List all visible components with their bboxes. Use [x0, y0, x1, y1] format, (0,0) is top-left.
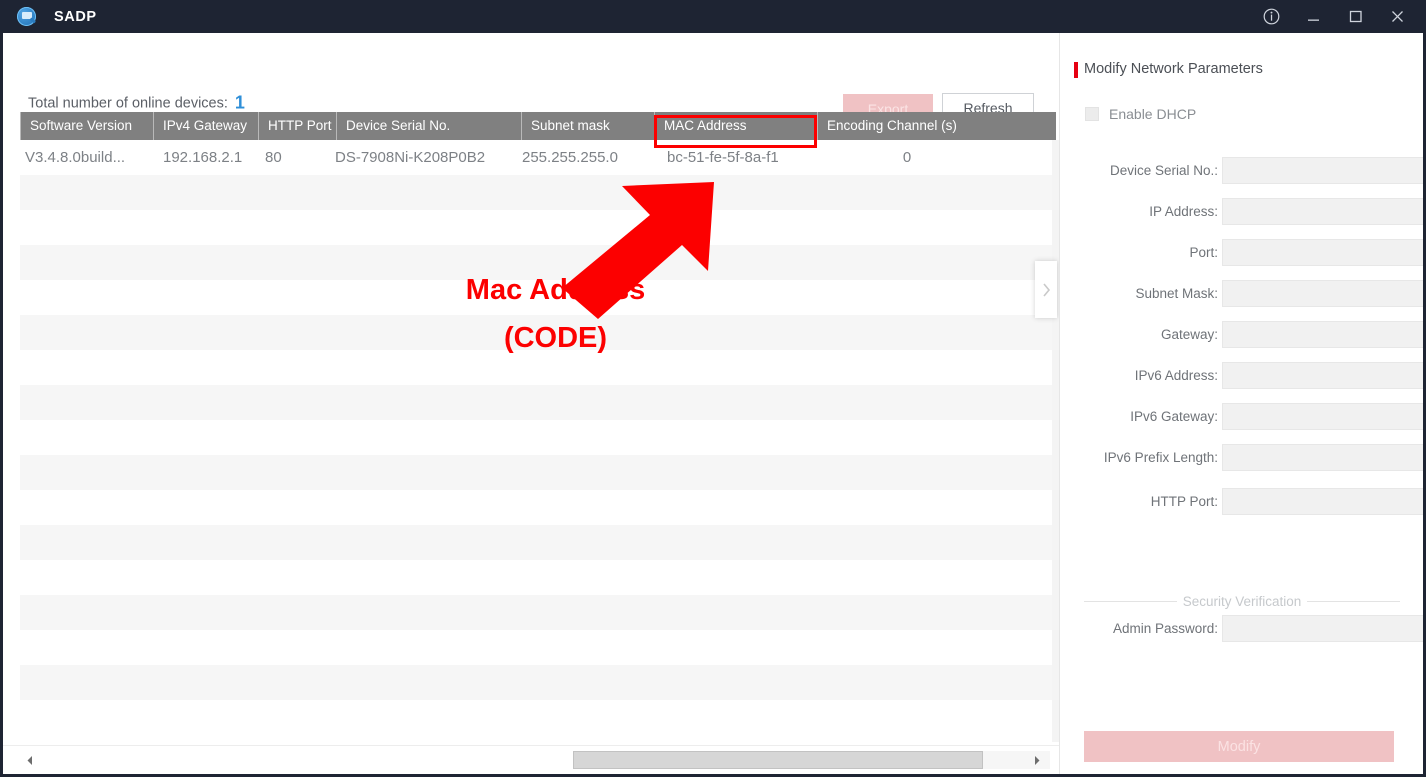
divider-line-right — [1307, 600, 1400, 602]
table-row-empty — [20, 700, 1056, 735]
window-controls — [1250, 0, 1418, 33]
form-field-label: Port: — [1189, 245, 1218, 260]
toolbar: Total number of online devices: 1 Export … — [3, 33, 1059, 123]
table-row[interactable]: V3.4.8.0build... 192.168.2.1 80 DS-7908Ni-K… — [20, 140, 1056, 175]
table-row-empty — [20, 245, 1056, 280]
device-list-area: Total number of online devices: 1 Export … — [3, 33, 1059, 774]
form-field-input[interactable] — [1222, 280, 1423, 307]
title-bar: SADP — [3, 0, 1423, 33]
form-field-input[interactable] — [1222, 444, 1423, 471]
panel-title: Modify Network Parameters — [1084, 61, 1263, 77]
table-row-empty — [20, 385, 1056, 420]
table-column-header[interactable]: MAC Address — [654, 112, 817, 140]
online-device-count-label: Total number of online devices: — [28, 95, 228, 112]
enable-dhcp-checkbox[interactable] — [1085, 107, 1099, 121]
form-field-input[interactable] — [1222, 157, 1423, 184]
panel-collapse-tab[interactable] — [1035, 261, 1057, 318]
divider-line-left — [1084, 600, 1177, 602]
security-verification-divider: Security Verification — [1084, 593, 1400, 609]
table-cell: V3.4.8.0build... — [25, 149, 126, 166]
table-column-header[interactable]: Subnet mask — [521, 112, 654, 140]
form-field-label: HTTP Port: — [1150, 494, 1218, 509]
modify-network-parameters-panel: Modify Network Parameters Enable DHCP De… — [1059, 33, 1423, 774]
maximize-icon[interactable] — [1334, 0, 1376, 33]
form-row: Port: — [1060, 239, 1423, 266]
form-row: IPv6 Address: — [1060, 362, 1423, 389]
online-device-count: Total number of online devices: 1 — [28, 93, 245, 114]
horizontal-scrollbar[interactable] — [3, 745, 1059, 774]
form-row: IP Address: — [1060, 198, 1423, 225]
enable-dhcp-label: Enable DHCP — [1109, 106, 1197, 122]
form-row: IPv6 Prefix Length: — [1060, 444, 1423, 471]
table-row-empty — [20, 595, 1056, 630]
form-row: Subnet Mask: — [1060, 280, 1423, 307]
minimize-icon[interactable] — [1292, 0, 1334, 33]
table-row-empty — [20, 490, 1056, 525]
modify-button[interactable]: Modify — [1084, 731, 1394, 762]
table-body: V3.4.8.0build... 192.168.2.1 80 DS-7908Ni-K… — [20, 140, 1056, 742]
form-field-input[interactable] — [1222, 239, 1423, 266]
table-row-empty — [20, 630, 1056, 665]
table-row-empty — [20, 665, 1056, 700]
horizontal-scroll-track[interactable] — [20, 751, 1050, 769]
online-device-count-value: 1 — [234, 92, 245, 113]
table-column-header[interactable]: IPv4 Gateway — [153, 112, 258, 140]
table-header-row: Software Version IPv4 Gateway HTTP Port Dev… — [20, 112, 1056, 140]
table-row-empty — [20, 525, 1056, 560]
form-row: HTTP Port: — [1060, 488, 1423, 515]
table-row-empty — [20, 560, 1056, 595]
form-field-input[interactable] — [1222, 488, 1423, 515]
form-row: Device Serial No.: — [1060, 157, 1423, 184]
form-field-input[interactable] — [1222, 198, 1423, 225]
form-field-label: Subnet Mask: — [1135, 286, 1218, 301]
window-title: SADP — [54, 8, 97, 25]
table-cell: 255.255.255.0 — [522, 149, 618, 166]
form-field-input[interactable] — [1222, 362, 1423, 389]
form-field-label: Gateway: — [1160, 327, 1218, 342]
table-row-empty — [20, 210, 1056, 245]
sadp-app-icon — [17, 6, 37, 27]
table-row-empty — [20, 420, 1056, 455]
table-column-header[interactable]: Device Serial No. — [336, 112, 521, 140]
chevron-right-icon — [1042, 282, 1050, 297]
vertical-scrollbar[interactable] — [1052, 140, 1059, 742]
form-field-label: Device Serial No.: — [1109, 163, 1218, 178]
form-row: IPv6 Gateway: — [1060, 403, 1423, 430]
form-field-input[interactable] — [1222, 403, 1423, 430]
form-field-label: IPv6 Prefix Length: — [1103, 450, 1218, 465]
form-row: Gateway: — [1060, 321, 1423, 348]
table-cell: DS-7908Ni-K208P0B2 — [335, 149, 486, 166]
table-row-empty — [20, 455, 1056, 490]
device-table: Software Version IPv4 Gateway HTTP Port Dev… — [20, 112, 1056, 742]
scroll-left-arrow-icon[interactable] — [23, 751, 37, 769]
table-row-empty — [20, 315, 1056, 350]
form-field-label: IPv6 Gateway: — [1130, 409, 1218, 424]
table-column-header[interactable]: HTTP Port — [258, 112, 336, 140]
security-verification-label: Security Verification — [1182, 593, 1302, 609]
form-field-input[interactable] — [1222, 321, 1423, 348]
forgot-password-link[interactable]: Forgot Password — [1292, 773, 1394, 774]
close-icon[interactable] — [1376, 0, 1418, 33]
table-cell: 192.168.2.1 — [163, 149, 243, 166]
enable-dhcp-row[interactable]: Enable DHCP — [1085, 106, 1196, 122]
scroll-right-arrow-icon[interactable] — [1030, 751, 1044, 769]
sadp-application-window: SADP Total number of online devices: 1 E… — [0, 0, 1426, 777]
admin-password-label: Admin Password: — [1112, 621, 1218, 636]
admin-password-row: Admin Password: — [1060, 615, 1423, 642]
info-icon[interactable] — [1250, 0, 1292, 33]
table-row-empty — [20, 350, 1056, 385]
table-column-header[interactable]: Software Version — [20, 112, 153, 140]
table-cell: bc-51-fe-5f-8a-f1 — [667, 149, 779, 166]
horizontal-scroll-thumb[interactable] — [573, 751, 983, 769]
table-column-header[interactable]: Encoding Channel (s) — [817, 112, 1056, 140]
admin-password-input[interactable] — [1222, 615, 1423, 642]
table-cell: 0 — [902, 149, 912, 166]
form-field-label: IP Address: — [1149, 204, 1218, 219]
table-row-empty — [20, 280, 1056, 315]
table-row-empty — [20, 175, 1056, 210]
form-field-label: IPv6 Address: — [1134, 368, 1218, 383]
table-cell: 80 — [265, 149, 282, 166]
